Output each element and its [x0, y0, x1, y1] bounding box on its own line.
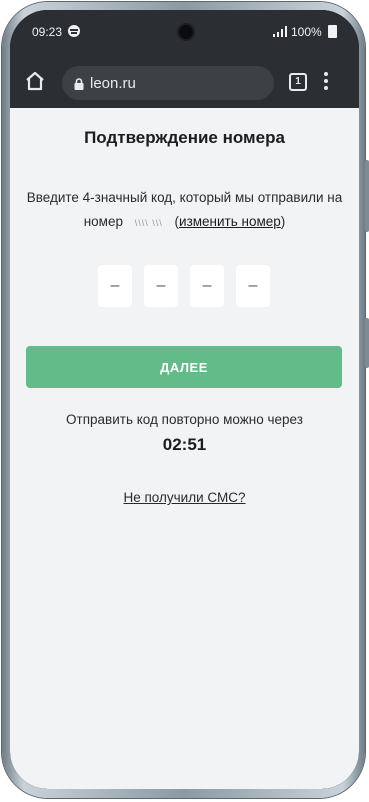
more-menu-icon[interactable]: [324, 72, 328, 90]
resend-info: Отправить код повторно можно через: [66, 412, 303, 427]
address-bar[interactable]: leon.ru: [62, 66, 274, 100]
home-icon[interactable]: [24, 71, 46, 91]
signal-icon: [273, 26, 287, 37]
change-number-link[interactable]: изменить номер: [179, 214, 281, 229]
masked-phone-number: \\\\ \\\: [134, 218, 163, 228]
code-digit-4[interactable]: [236, 265, 270, 307]
status-bar: 09:23 100%: [10, 10, 359, 52]
battery-icon: [328, 25, 337, 38]
lock-icon: [74, 77, 84, 90]
change-close-paren: ): [280, 214, 286, 229]
no-sms-link[interactable]: Не получили СМС?: [10, 490, 359, 505]
browser-toolbar: leon.ru 1: [10, 52, 359, 108]
page-title: Подтверждение номера: [84, 128, 285, 147]
battery-percentage: 100%: [291, 25, 322, 39]
tab-switcher-icon[interactable]: 1: [289, 73, 307, 91]
front-camera: [177, 23, 195, 41]
code-digit-3[interactable]: [190, 265, 224, 307]
volume-button: [365, 160, 369, 232]
instruction-text: Введите 4-значный код, который мы отправ…: [20, 186, 349, 235]
url-text: leon.ru: [90, 75, 136, 92]
page-content: Подтверждение номера Введите 4-значный к…: [10, 108, 359, 789]
spotify-icon: [68, 25, 80, 37]
power-button: [365, 318, 369, 368]
screen: 09:23 100% leon.ru 1 Подтверждение номер…: [10, 10, 359, 789]
status-time: 09:23: [32, 25, 63, 39]
resend-timer: 02:51: [162, 435, 207, 454]
phone-screen: 09:23 100% leon.ru 1 Подтверждение номер…: [10, 10, 359, 789]
next-button[interactable]: ДАЛЕЕ: [26, 346, 342, 388]
code-digit-1[interactable]: [98, 265, 132, 307]
code-digit-2[interactable]: [144, 265, 178, 307]
